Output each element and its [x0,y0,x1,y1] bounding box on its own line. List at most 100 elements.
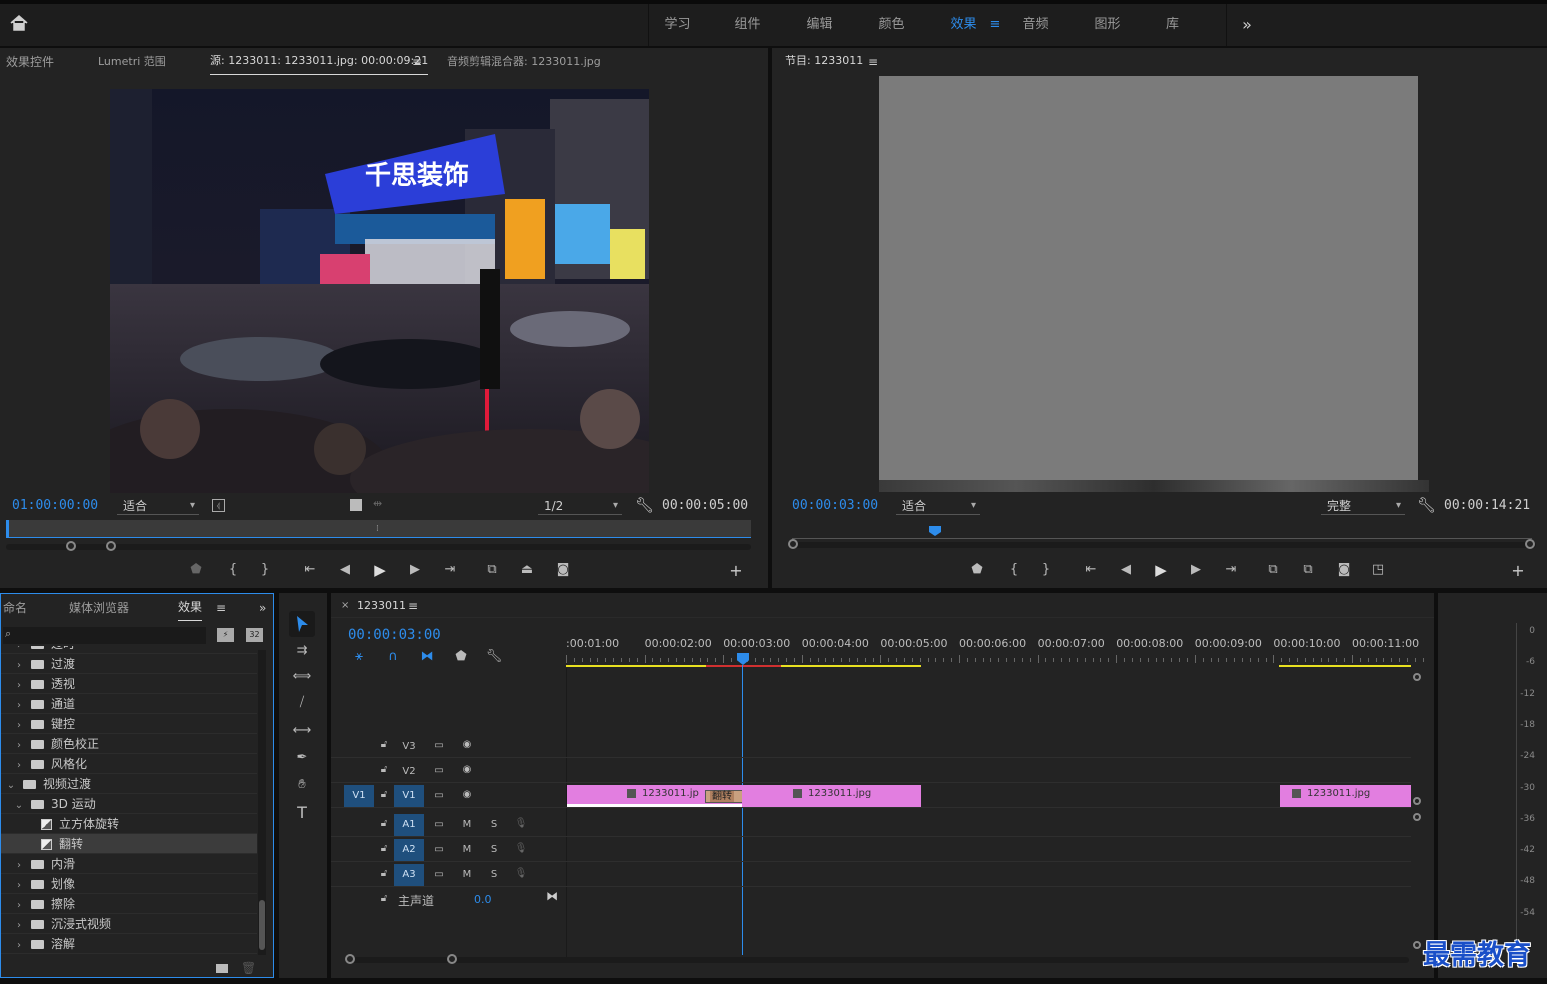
track-a1-target[interactable]: A1 [394,814,424,836]
program-zoom-bar[interactable] [788,539,1536,549]
chevron-right-icon[interactable]: › [13,756,25,776]
workspace-tab-graphics[interactable]: 图形 [1080,4,1135,46]
mark-in-icon[interactable]: { [223,560,243,580]
chevron-right-icon[interactable]: › [13,916,25,936]
lock-icon[interactable]: 🔓︎ [376,789,392,800]
tab-source[interactable]: 源: 1233011: 1233011.jpg: 00:00:09:21 [210,48,429,75]
overwrite-button-icon[interactable]: ⏏ [517,560,537,580]
timeline-zoom-bar[interactable] [345,954,1409,964]
effects-search-input[interactable] [19,628,204,643]
zoom-handle-left[interactable] [66,541,76,551]
track-a3-target[interactable]: A3 [394,864,424,886]
pen-tool-icon[interactable]: ✒ [292,748,312,768]
trash-icon[interactable]: 🗑︎ [241,961,256,975]
zoom-handle-right[interactable] [447,954,457,964]
effect-tree-item[interactable]: › 沉浸式视频 [1,914,257,934]
workspace-tab-learn[interactable]: 学习 [650,4,705,46]
solo-button[interactable]: S [486,844,502,855]
sync-lock-icon[interactable]: ▭ [431,844,447,855]
workspace-tab-audio[interactable]: 音频 [1008,4,1063,46]
lock-icon[interactable]: 🔓︎ [376,843,392,854]
tab-program[interactable]: 节目: 1233011 [785,48,863,74]
workspace-tab-color[interactable]: 颜色 [864,4,919,46]
effects-scrollbar[interactable] [258,650,266,955]
zoom-handle-right[interactable] [1525,539,1535,549]
workspace-menu-icon[interactable]: ≡ [985,4,1005,46]
accelerated-effects-icon[interactable]: ⚡ [217,628,234,642]
chevron-down-icon[interactable]: ⌄ [5,776,17,796]
timeline-settings-wrench-icon[interactable]: 🔧︎ [484,647,504,667]
safe-margins-icon[interactable]: ⦉ [212,499,225,512]
effects-search-box[interactable]: ⌕ [3,627,206,644]
effect-tree-item[interactable]: 翻转 [1,834,257,854]
step-forward-icon[interactable]: ▶ [1186,560,1206,580]
mark-out-icon[interactable]: } [1036,560,1056,580]
insert-icon[interactable] [350,499,362,511]
sync-lock-icon[interactable]: ▭ [431,790,447,801]
mute-button[interactable]: M [459,844,475,855]
tab-project-name[interactable]: 命名 [3,594,27,622]
comparison-view-icon[interactable]: ◳ [1368,560,1388,580]
program-quality-select[interactable]: 完整 ▾ [1321,497,1405,515]
source-video-frame[interactable]: 千思装饰 [110,89,649,493]
mark-out-icon[interactable]: } [255,560,275,580]
microphone-icon[interactable]: 🎙︎ [513,818,529,829]
close-sequence-icon[interactable]: × [341,600,349,611]
step-forward-icon[interactable]: ▶ [405,560,425,580]
solo-button[interactable]: S [486,819,502,830]
sync-lock-icon[interactable]: ▭ [431,869,447,880]
solo-button[interactable]: S [486,869,502,880]
lock-icon[interactable]: 🔓︎ [376,739,392,750]
new-folder-icon[interactable] [216,964,228,973]
clip-v1-2[interactable]: 1233011.jpg [742,785,921,807]
step-back-icon[interactable]: ◀ [1116,560,1136,580]
workspace-tab-editing[interactable]: 编辑 [792,4,847,46]
track-a2-target[interactable]: A2 [394,839,424,861]
tab-effects[interactable]: 效果 [178,594,203,621]
effect-tree-item[interactable]: › 键控 [1,714,257,734]
32bit-effects-icon[interactable]: 32 [246,628,263,642]
extract-icon[interactable]: ⧉ [1298,560,1318,580]
button-editor-plus-icon[interactable]: + [1508,561,1528,581]
ripple-edit-tool-icon[interactable]: ⟺ [292,667,312,687]
workspace-tab-libraries[interactable]: 库 [1145,4,1200,46]
sync-lock-icon[interactable]: ▭ [431,819,447,830]
selection-tool-icon[interactable] [289,611,315,637]
track-v2-label[interactable]: V2 [401,766,417,777]
play-icon[interactable]: ▶ [370,560,390,580]
effect-tree-item[interactable]: › 颜色校正 [1,734,257,754]
eye-icon[interactable]: ◉ [459,789,475,800]
nest-toggle-icon[interactable]: ⚹ [349,647,369,667]
zoom-handle-left[interactable] [345,954,355,964]
effect-tree-item[interactable]: › 擦除 [1,894,257,914]
wrench-icon[interactable]: 🔧︎ [635,496,654,514]
snap-icon[interactable]: ∩ [383,647,403,667]
chevron-right-icon[interactable]: › [13,876,25,896]
source-zoom-bar[interactable] [6,541,751,551]
effect-tree-item[interactable]: ⌄ 视频过渡 [1,774,257,794]
effect-tree-item[interactable]: ›过时 [1,646,257,654]
workspace-tab-assembly[interactable]: 组件 [720,4,775,46]
sequence-tab[interactable]: 1233011 [357,599,406,612]
clip-v1-3[interactable]: 1233011.jpg [1280,785,1411,807]
source-time-ruler[interactable]: ⁞ [6,520,751,538]
source-fit-select[interactable]: 适合 ▾ [117,497,199,515]
chevron-right-icon[interactable]: › [13,736,25,756]
chevron-right-icon[interactable]: › [13,896,25,916]
add-marker-icon[interactable]: ⬟ [967,560,987,580]
source-patch-v1[interactable]: V1 [344,785,374,807]
export-frame-icon[interactable]: ◙ [1334,560,1354,580]
wrench-icon[interactable]: 🔧︎ [1417,496,1436,514]
zoom-handle-left[interactable] [788,539,798,549]
chevron-right-icon[interactable]: › [13,676,25,696]
eye-icon[interactable]: ◉ [459,739,475,750]
effect-tree-item[interactable]: › 透视 [1,674,257,694]
effect-tree-item[interactable]: › 溶解 [1,934,257,954]
effect-tree-item[interactable]: 立方体旋转 [1,814,257,834]
chevron-right-icon[interactable]: › [13,716,25,736]
lock-icon[interactable]: 🔓︎ [376,893,392,904]
source-timecode[interactable]: 01:00:00:00 [12,498,98,513]
go-to-in-icon[interactable]: ⇤ [1081,560,1101,580]
chevron-right-icon[interactable]: › [13,936,25,956]
master-volume-value[interactable]: 0.0 [474,893,492,906]
